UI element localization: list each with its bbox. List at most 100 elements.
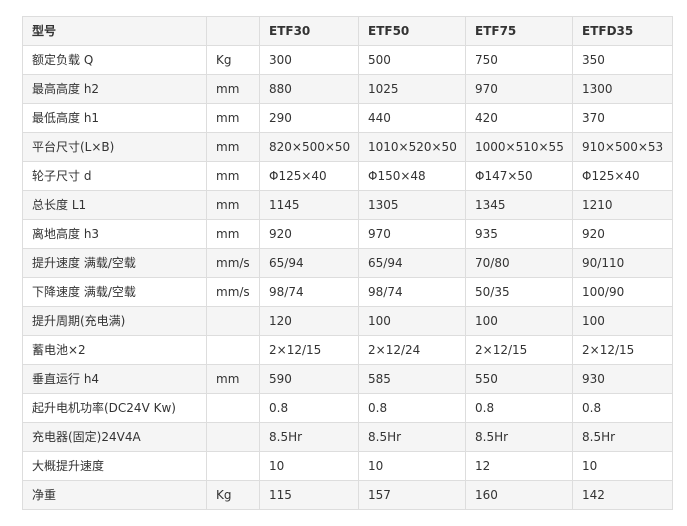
cell-value: 920 — [259, 219, 359, 249]
table-row: 净重 Kg 115 157 160 142 — [22, 480, 673, 510]
cell-value: 142 — [572, 480, 673, 510]
cell-value: 750 — [465, 45, 573, 75]
header-model-etf75: ETF75 — [465, 16, 573, 46]
row-unit — [206, 393, 260, 423]
cell-value: 100 — [465, 306, 573, 336]
cell-value: 935 — [465, 219, 573, 249]
cell-value: 1300 — [572, 74, 673, 104]
row-label: 垂直运行 h4 — [22, 364, 207, 394]
cell-value: 8.5Hr — [465, 422, 573, 452]
cell-value: 1145 — [259, 190, 359, 220]
row-unit: mm/s — [206, 248, 260, 278]
table-row: 最低高度 h1 mm 290 440 420 370 — [22, 103, 673, 133]
row-label: 最高高度 h2 — [22, 74, 207, 104]
row-unit: mm — [206, 74, 260, 104]
cell-value: 0.8 — [572, 393, 673, 423]
row-unit: mm — [206, 219, 260, 249]
row-label: 充电器(固定)24V4A — [22, 422, 207, 452]
row-label: 轮子尺寸 d — [22, 161, 207, 191]
cell-value: 157 — [358, 480, 466, 510]
cell-value: 10 — [358, 451, 466, 481]
header-row: 型号 ETF30 ETF50 ETF75 ETFD35 — [22, 16, 673, 46]
row-unit — [206, 335, 260, 365]
cell-value: 98/74 — [259, 277, 359, 307]
cell-value: 420 — [465, 103, 573, 133]
row-label: 额定负载 Q — [22, 45, 207, 75]
row-label: 最低高度 h1 — [22, 103, 207, 133]
cell-value: 0.8 — [259, 393, 359, 423]
cell-value: 10 — [259, 451, 359, 481]
table-row: 轮子尺寸 d mm Φ125×40 Φ150×48 Φ147×50 Φ125×4… — [22, 161, 673, 191]
table-row: 平台尺寸(L×B) mm 820×500×50 1010×520×50 1000… — [22, 132, 673, 162]
cell-value: 115 — [259, 480, 359, 510]
header-model-etfd35: ETFD35 — [572, 16, 673, 46]
cell-value: 350 — [572, 45, 673, 75]
cell-value: 120 — [259, 306, 359, 336]
table-row: 总长度 L1 mm 1145 1305 1345 1210 — [22, 190, 673, 220]
table-row: 下降速度 满载/空载 mm/s 98/74 98/74 50/35 100/90 — [22, 277, 673, 307]
row-unit: mm — [206, 190, 260, 220]
cell-value: 1000×510×55 — [465, 132, 573, 162]
header-model-etf50: ETF50 — [358, 16, 466, 46]
cell-value: 910×500×53 — [572, 132, 673, 162]
cell-value: 90/110 — [572, 248, 673, 278]
cell-value: 1345 — [465, 190, 573, 220]
row-label: 大概提升速度 — [22, 451, 207, 481]
cell-value: 550 — [465, 364, 573, 394]
cell-value: Φ125×40 — [572, 161, 673, 191]
cell-value: 65/94 — [259, 248, 359, 278]
cell-value: 100 — [358, 306, 466, 336]
table-row: 充电器(固定)24V4A 8.5Hr 8.5Hr 8.5Hr 8.5Hr — [22, 422, 673, 452]
table-row: 大概提升速度 10 10 12 10 — [22, 451, 673, 481]
cell-value: 8.5Hr — [358, 422, 466, 452]
table-row: 起升电机功率(DC24V Kw) 0.8 0.8 0.8 0.8 — [22, 393, 673, 423]
row-label: 起升电机功率(DC24V Kw) — [22, 393, 207, 423]
cell-value: 2×12/15 — [259, 335, 359, 365]
row-unit: Kg — [206, 45, 260, 75]
row-label: 下降速度 满载/空载 — [22, 277, 207, 307]
cell-value: 880 — [259, 74, 359, 104]
cell-value: 970 — [358, 219, 466, 249]
cell-value: 2×12/24 — [358, 335, 466, 365]
row-unit: mm — [206, 364, 260, 394]
cell-value: 0.8 — [465, 393, 573, 423]
spec-table: 型号 ETF30 ETF50 ETF75 ETFD35 额定负载 Q Kg 30… — [22, 16, 673, 510]
cell-value: 70/80 — [465, 248, 573, 278]
row-label: 净重 — [22, 480, 207, 510]
row-label: 离地高度 h3 — [22, 219, 207, 249]
row-label: 总长度 L1 — [22, 190, 207, 220]
cell-value: 2×12/15 — [572, 335, 673, 365]
row-unit — [206, 422, 260, 452]
header-model-label: 型号 — [22, 16, 207, 46]
cell-value: 50/35 — [465, 277, 573, 307]
row-unit: mm — [206, 103, 260, 133]
cell-value: Φ150×48 — [358, 161, 466, 191]
row-label: 提升速度 满载/空载 — [22, 248, 207, 278]
cell-value: 585 — [358, 364, 466, 394]
cell-value: 8.5Hr — [259, 422, 359, 452]
row-unit — [206, 451, 260, 481]
row-label: 蓄电池×2 — [22, 335, 207, 365]
cell-value: 160 — [465, 480, 573, 510]
row-unit: mm — [206, 132, 260, 162]
cell-value: 920 — [572, 219, 673, 249]
cell-value: 10 — [572, 451, 673, 481]
cell-value: 98/74 — [358, 277, 466, 307]
cell-value: 2×12/15 — [465, 335, 573, 365]
cell-value: 820×500×50 — [259, 132, 359, 162]
spec-table-head: 型号 ETF30 ETF50 ETF75 ETFD35 — [22, 16, 673, 46]
cell-value: 440 — [358, 103, 466, 133]
table-row: 额定负载 Q Kg 300 500 750 350 — [22, 45, 673, 75]
table-row: 最高高度 h2 mm 880 1025 970 1300 — [22, 74, 673, 104]
cell-value: Φ125×40 — [259, 161, 359, 191]
header-model-etf30: ETF30 — [259, 16, 359, 46]
table-row: 离地高度 h3 mm 920 970 935 920 — [22, 219, 673, 249]
cell-value: 1010×520×50 — [358, 132, 466, 162]
cell-value: 970 — [465, 74, 573, 104]
row-unit — [206, 306, 260, 336]
table-row: 蓄电池×2 2×12/15 2×12/24 2×12/15 2×12/15 — [22, 335, 673, 365]
cell-value: 1305 — [358, 190, 466, 220]
row-label: 提升周期(充电满) — [22, 306, 207, 336]
table-row: 提升速度 满载/空载 mm/s 65/94 65/94 70/80 90/110 — [22, 248, 673, 278]
cell-value: 590 — [259, 364, 359, 394]
